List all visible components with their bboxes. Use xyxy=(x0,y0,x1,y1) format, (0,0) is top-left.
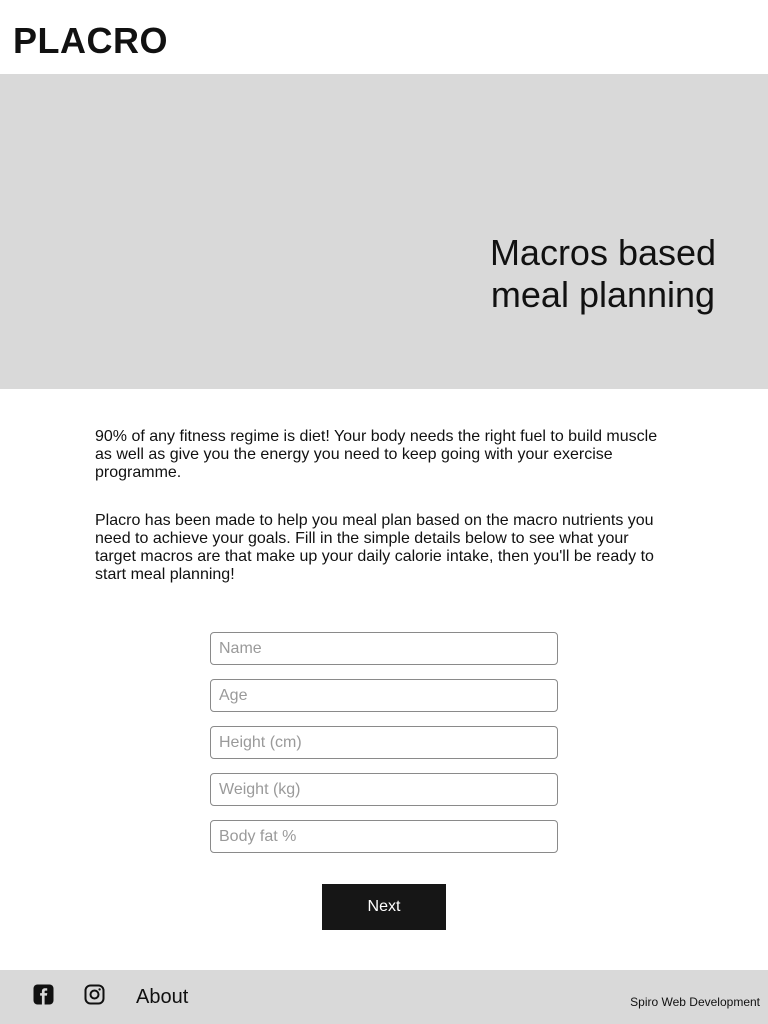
logo[interactable]: PLACRO xyxy=(13,21,168,61)
header: PLACRO xyxy=(0,0,768,74)
macro-details-form xyxy=(210,632,558,867)
age-input[interactable] xyxy=(210,679,558,712)
footer: About Spiro Web Development xyxy=(0,970,768,1024)
footer-credit: Spiro Web Development xyxy=(630,995,760,1009)
name-input[interactable] xyxy=(210,632,558,665)
intro-text: 90% of any fitness regime is diet! Your … xyxy=(95,428,670,614)
hero-banner: Macros based meal planning xyxy=(0,74,768,389)
page: PLACRO Macros based meal planning 90% of… xyxy=(0,0,768,1024)
next-button[interactable]: Next xyxy=(322,884,446,930)
weight-input[interactable] xyxy=(210,773,558,806)
instagram-icon[interactable] xyxy=(84,984,105,1005)
about-link[interactable]: About xyxy=(136,985,188,1009)
height-input[interactable] xyxy=(210,726,558,759)
body-fat-input[interactable] xyxy=(210,820,558,853)
hero-title: Macros based meal planning xyxy=(489,232,717,315)
intro-paragraph-2: Placro has been made to help you meal pl… xyxy=(95,512,654,583)
intro-paragraph-1: 90% of any fitness regime is diet! Your … xyxy=(95,428,658,481)
facebook-icon[interactable] xyxy=(33,984,54,1005)
